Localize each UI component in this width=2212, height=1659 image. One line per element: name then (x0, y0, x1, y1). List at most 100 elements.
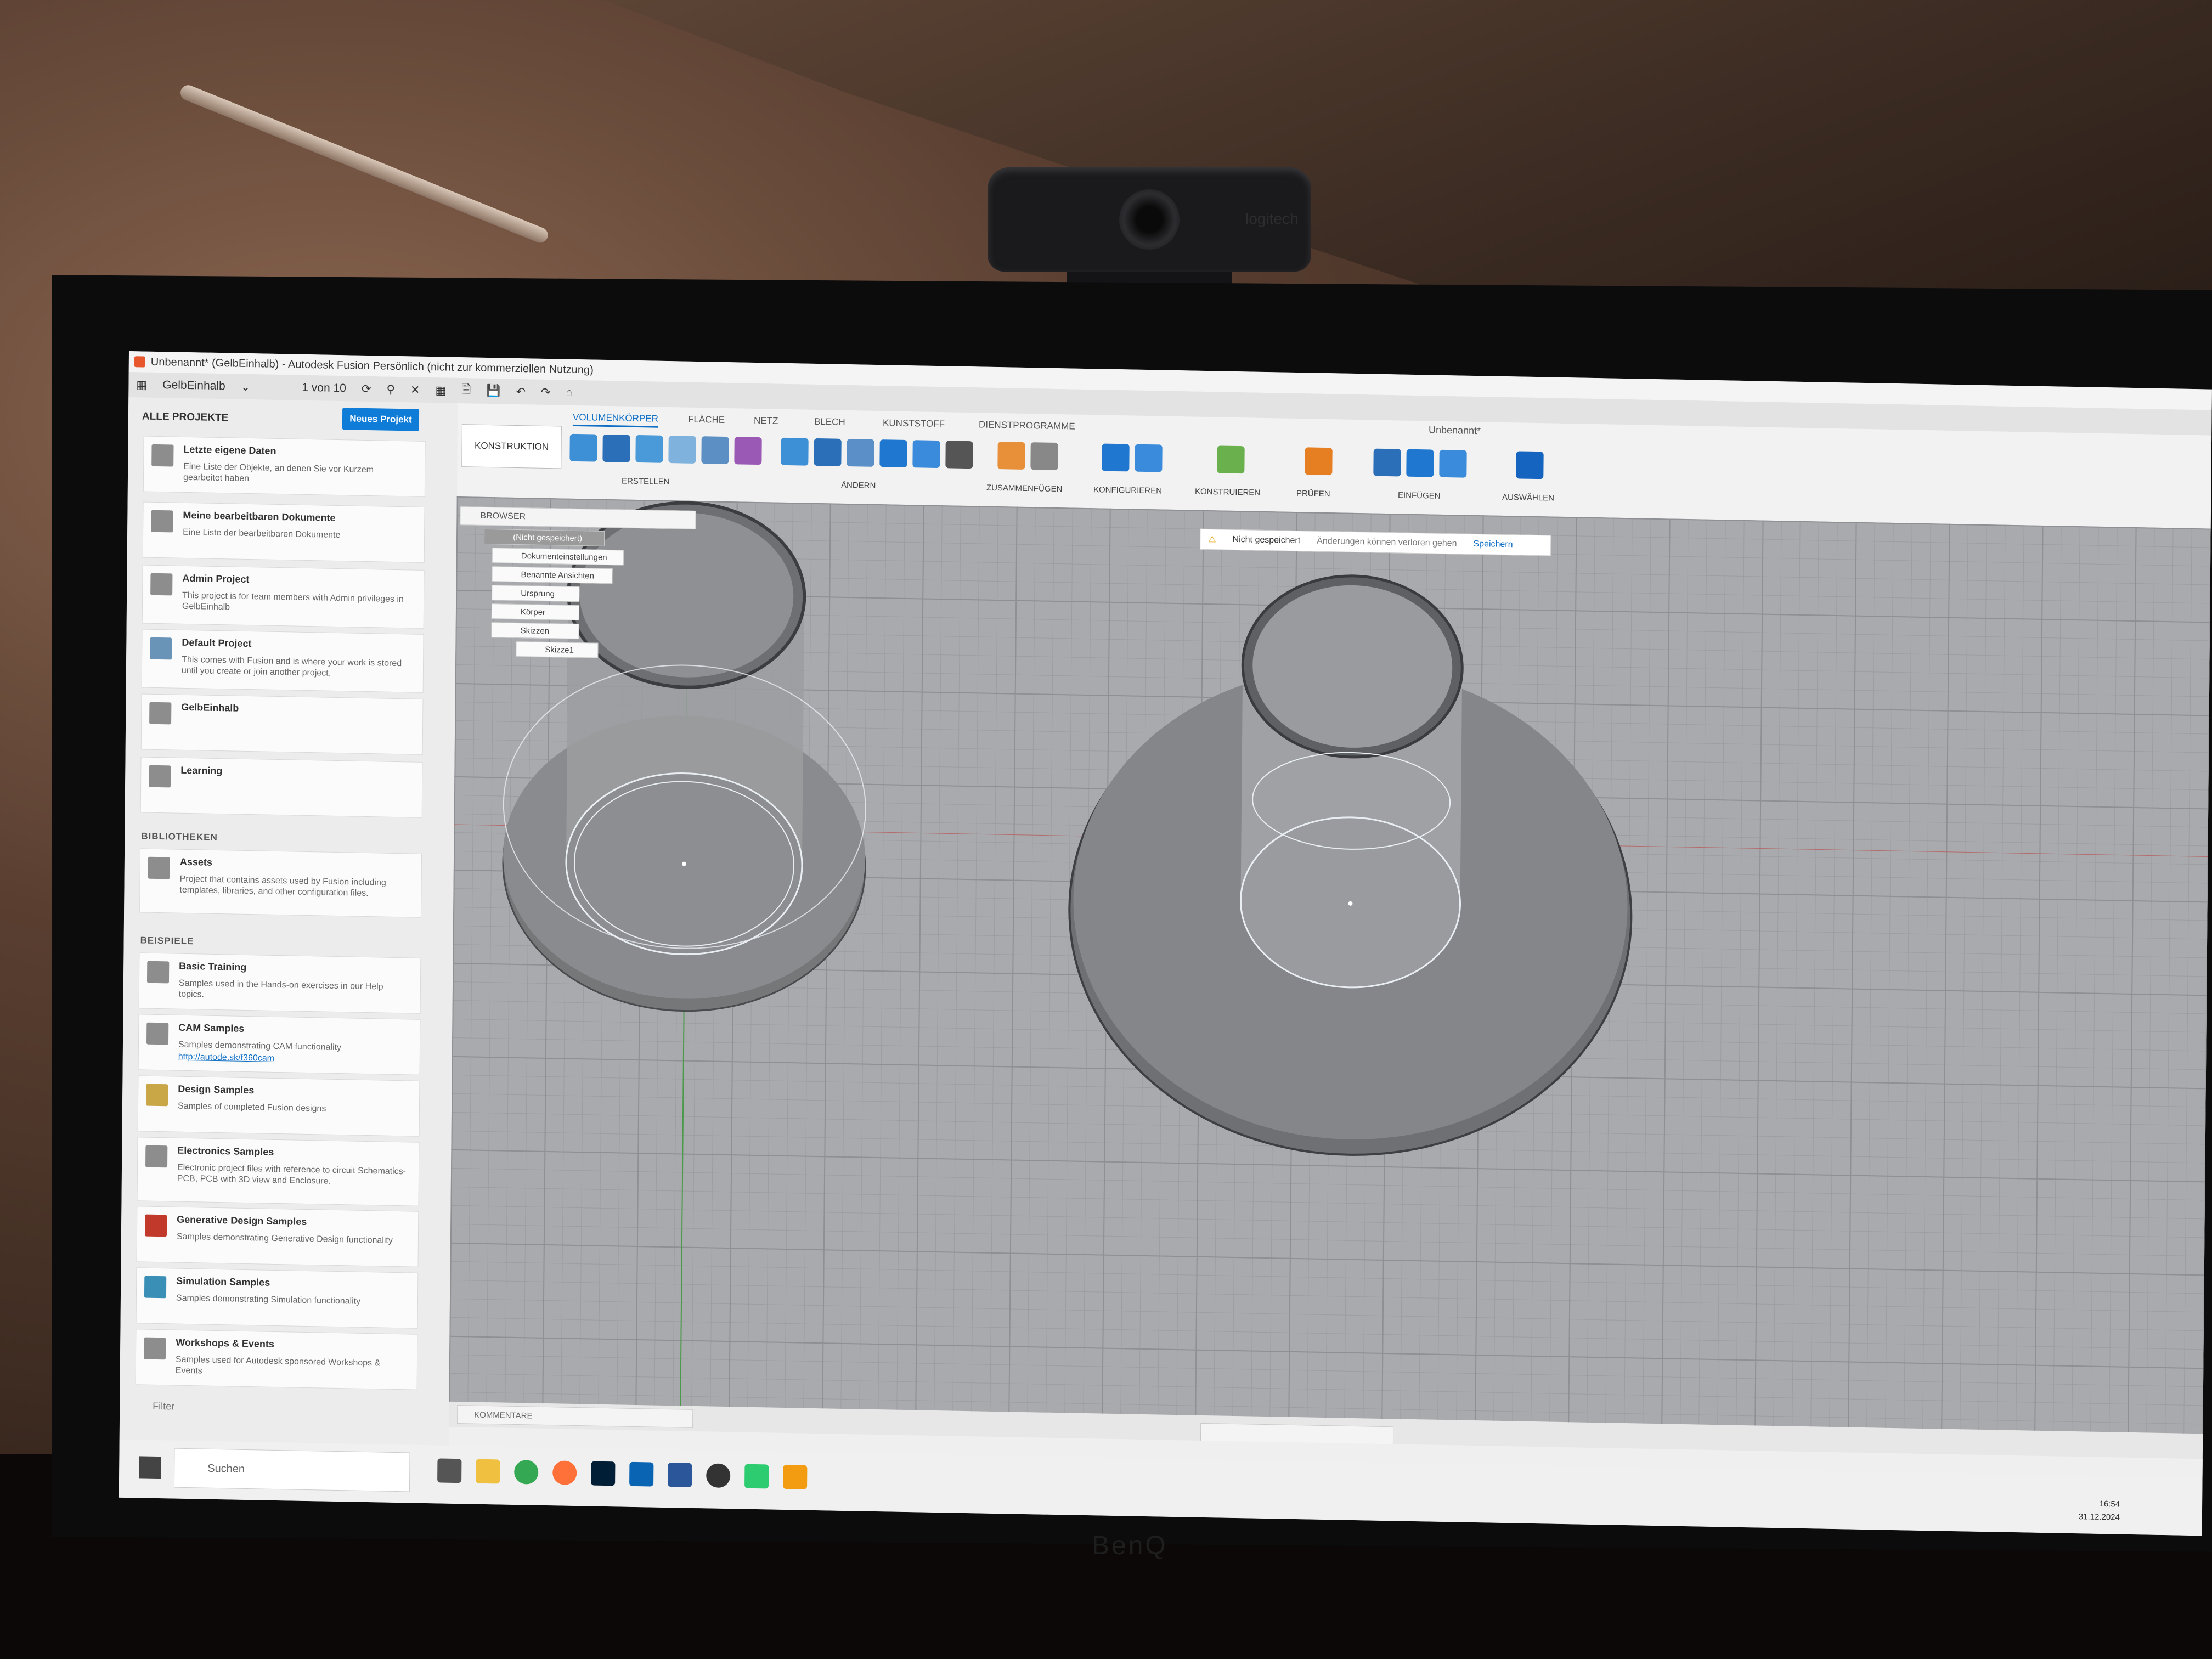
chrome-icon[interactable] (514, 1459, 539, 1485)
combine-icon[interactable] (879, 439, 907, 467)
create-sketch-icon[interactable] (569, 433, 597, 462)
team-selector[interactable]: GelbEinhalb (162, 379, 225, 393)
browser-node-views[interactable]: Benannte Ansichten (492, 566, 613, 584)
sample-card[interactable]: Basic Training Samples used in the Hands… (138, 952, 421, 1014)
save-link[interactable]: Speichern (1473, 539, 1513, 550)
comments-panel[interactable]: KOMMENTARE (457, 1405, 693, 1428)
group-konstruieren[interactable]: KONSTRUIEREN (1195, 487, 1260, 498)
sample-title: Electronics Samples (177, 1144, 274, 1158)
sample-card[interactable]: CAM Samples Samples demonstrating CAM fu… (138, 1014, 421, 1075)
browser-node-bodies[interactable]: Körper (491, 603, 580, 621)
home-icon[interactable]: ⌂ (566, 386, 573, 399)
measure-icon[interactable] (1305, 447, 1333, 476)
group-pruefen[interactable]: PRÜFEN (1296, 489, 1330, 499)
revolve-icon[interactable] (635, 435, 663, 463)
group-konfigurieren[interactable]: KONFIGURIEREN (1093, 485, 1162, 495)
obs-icon[interactable] (706, 1463, 731, 1488)
new-project-button[interactable]: Neues Projekt (342, 408, 420, 431)
sample-card[interactable]: Generative Design Samples Samples demons… (136, 1206, 419, 1267)
configure-table-icon[interactable] (1135, 444, 1163, 472)
tab-flaeche[interactable]: FLÄCHE (688, 414, 725, 426)
fillet-icon[interactable] (814, 438, 842, 466)
sample-card[interactable]: Workshops & Events Samples used for Auto… (135, 1329, 418, 1390)
project-card[interactable]: Admin Project This project is for team m… (142, 565, 425, 629)
hole-icon[interactable] (668, 436, 696, 464)
explorer-icon[interactable] (476, 1459, 500, 1484)
project-card[interactable]: Letzte eigene Daten Eine Liste der Objek… (143, 436, 426, 497)
windows-start-icon[interactable] (139, 1456, 161, 1479)
library-title: Assets (179, 856, 213, 868)
project-card[interactable]: Meine bearbeitbaren Dokumente Eine Liste… (142, 501, 425, 563)
scale-icon[interactable] (912, 440, 940, 469)
pattern-icon[interactable] (701, 436, 729, 465)
shell-icon[interactable] (847, 438, 874, 467)
offset-plane-icon[interactable] (1217, 445, 1245, 474)
group-einfuegen[interactable]: EINFÜGEN (1398, 490, 1441, 500)
filter-input[interactable]: Filter (153, 1401, 174, 1413)
tab-netz[interactable]: NETZ (754, 415, 778, 427)
sample-desc: Samples demonstrating Generative Design … (176, 1232, 393, 1245)
apps-grid-icon[interactable]: ▦ (435, 383, 446, 397)
file-menu-icon[interactable]: 🗎 (461, 381, 471, 400)
outlook-icon[interactable] (629, 1462, 654, 1487)
press-pull-icon[interactable] (781, 437, 809, 466)
taskbar-search[interactable]: Suchen (173, 1448, 410, 1492)
undo-icon[interactable]: ↶ (516, 385, 526, 398)
save-icon[interactable]: 💾 (486, 385, 500, 398)
parameters-icon[interactable] (1102, 443, 1130, 472)
project-card[interactable]: GelbEinhalb (140, 693, 424, 755)
monitor-brand: BenQ (1092, 1531, 1168, 1560)
select-cursor-icon[interactable] (1516, 451, 1544, 479)
tab-kunststoff[interactable]: KUNSTSTOFF (883, 417, 945, 430)
extrude-icon[interactable] (602, 434, 630, 462)
design-samples-icon (145, 1084, 168, 1107)
workspace-dropdown[interactable]: KONSTRUKTION (461, 424, 562, 469)
sample-desc: Samples of completed Fusion designs (177, 1101, 326, 1114)
workshops-icon (143, 1337, 166, 1360)
fusion-app-icon (134, 356, 145, 368)
browser-node-root[interactable]: (Nicht gespeichert) (484, 528, 605, 546)
sample-card[interactable]: Electronics Samples Electronic project f… (137, 1137, 420, 1206)
group-auswaehlen[interactable]: AUSWÄHLEN (1502, 493, 1554, 503)
chevron-down-icon[interactable]: ⌄ (241, 380, 251, 393)
green-app-icon[interactable] (744, 1464, 769, 1489)
project-card[interactable]: Default Project This comes with Fusion a… (141, 629, 424, 693)
word-icon[interactable] (668, 1463, 692, 1487)
insert-canvas-icon[interactable] (1439, 449, 1467, 478)
browser-node-sketch1[interactable]: Skizze1 (516, 641, 599, 658)
joint-icon[interactable] (1030, 442, 1058, 471)
project-title: Meine bearbeitbaren Dokumente (183, 509, 336, 523)
all-projects-dropdown[interactable]: ALLE PROJEKTE (142, 410, 228, 424)
group-aendern[interactable]: ÄNDERN (841, 481, 876, 490)
new-component-icon[interactable] (997, 442, 1025, 470)
3d-viewport[interactable] (449, 496, 2212, 1434)
photoshop-icon[interactable] (591, 1461, 616, 1486)
document-tab-title[interactable]: Unbenannt* (1429, 424, 1481, 437)
browser-node-settings[interactable]: Dokumenteinstellungen (492, 548, 624, 566)
tab-blech[interactable]: BLECH (814, 416, 845, 428)
taskbar-search-label: Suchen (207, 1462, 245, 1475)
sample-card[interactable]: Simulation Samples Samples demonstrating… (136, 1267, 419, 1329)
fusion-taskbar-icon[interactable] (783, 1464, 808, 1489)
refresh-icon[interactable]: ⟳ (362, 382, 371, 396)
browser-node-origin[interactable]: Ursprung (492, 585, 580, 602)
group-erstellen[interactable]: ERSTELLEN (622, 476, 670, 487)
project-card[interactable]: Learning (140, 757, 423, 818)
firefox-icon[interactable] (552, 1460, 577, 1486)
browser-node-sketches[interactable]: Skizzen (491, 622, 579, 640)
system-clock[interactable]: 16:54 31.12.2024 (2079, 1497, 2120, 1524)
group-zusammenfuegen[interactable]: ZUSAMMENFÜGEN (986, 483, 1062, 494)
task-view-icon[interactable] (437, 1458, 462, 1483)
sample-card[interactable]: Design Samples Samples of completed Fusi… (137, 1075, 420, 1137)
form-icon[interactable] (734, 437, 762, 465)
close-panel-icon[interactable]: ✕ (410, 383, 420, 397)
move-icon[interactable] (945, 441, 973, 469)
search-icon[interactable]: ⚲ (386, 382, 395, 396)
grid-menu-icon[interactable]: ▦ (136, 378, 147, 392)
redo-icon[interactable]: ↷ (541, 385, 551, 399)
insert-derive-icon[interactable] (1373, 448, 1401, 477)
tab-volumenkoerper[interactable]: VOLUMENKÖRPER (572, 411, 659, 428)
library-card[interactable]: Assets Project that contains assets used… (139, 848, 422, 918)
tab-dienstprogramme[interactable]: DIENSTPROGRAMME (979, 419, 1075, 432)
insert-text-icon[interactable] (1406, 449, 1434, 477)
